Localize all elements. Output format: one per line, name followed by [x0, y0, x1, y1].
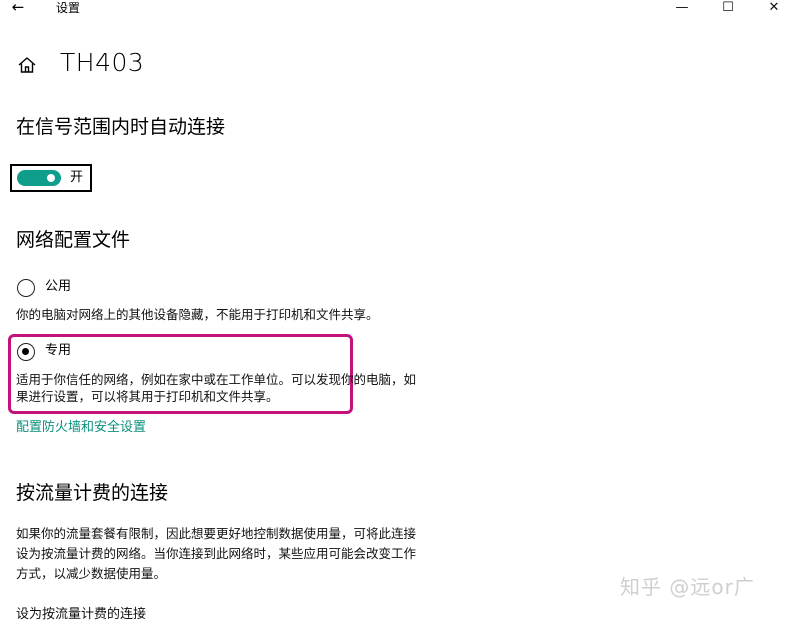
zhihu-watermark: 知乎 @远or广 [620, 575, 755, 599]
auto-connect-title: 在信号范围内时自动连接 [16, 116, 226, 138]
firewall-settings-link[interactable]: 配置防火墙和安全设置 [16, 419, 146, 437]
maximize-icon: ☐ [722, 0, 734, 15]
close-icon: ✕ [768, 0, 780, 15]
metered-setting-label: 设为按流量计费的连接 [16, 607, 147, 622]
public-radio[interactable] [17, 279, 35, 297]
minimize-button[interactable]: — [662, 0, 702, 17]
auto-connect-toggle[interactable]: 开 [10, 164, 92, 192]
page-title: TH403 [60, 48, 145, 77]
back-arrow-icon: ← [11, 0, 25, 16]
metered-description-line-1: 如果你的流量套餐有限制，因此想要更好地控制数据使用量，可将此连接 [16, 526, 417, 541]
private-radio[interactable] [17, 343, 35, 361]
public-radio-label: 公用 [45, 279, 72, 294]
metered-connection-title: 按流量计费的连接 [16, 482, 169, 504]
home-icon[interactable] [16, 54, 38, 76]
network-profile-title: 网络配置文件 [16, 229, 131, 251]
minimize-icon: — [675, 0, 689, 15]
back-button[interactable]: ← [6, 0, 30, 16]
toggle-knob [47, 174, 55, 182]
close-button[interactable]: ✕ [754, 0, 787, 17]
public-description: 你的电脑对网络上的其他设备隐藏，不能用于打印机和文件共享。 [16, 307, 379, 322]
window-title: 设置 [56, 1, 81, 15]
toggle-track [17, 170, 61, 186]
metered-description-line-2: 设为按流量计费的网络。当你连接到此网络时，某些应用可能会改变工作 [16, 546, 417, 561]
private-description-line-2: 果进行设置，可以将其用于打印机和文件共享。 [16, 389, 279, 404]
metered-description-line-3: 方式，以减少数据使用量。 [16, 566, 167, 581]
radio-selected-dot [22, 348, 29, 355]
maximize-button[interactable]: ☐ [708, 0, 748, 17]
toggle-state-label: 开 [70, 170, 84, 185]
private-radio-label: 专用 [45, 343, 72, 358]
